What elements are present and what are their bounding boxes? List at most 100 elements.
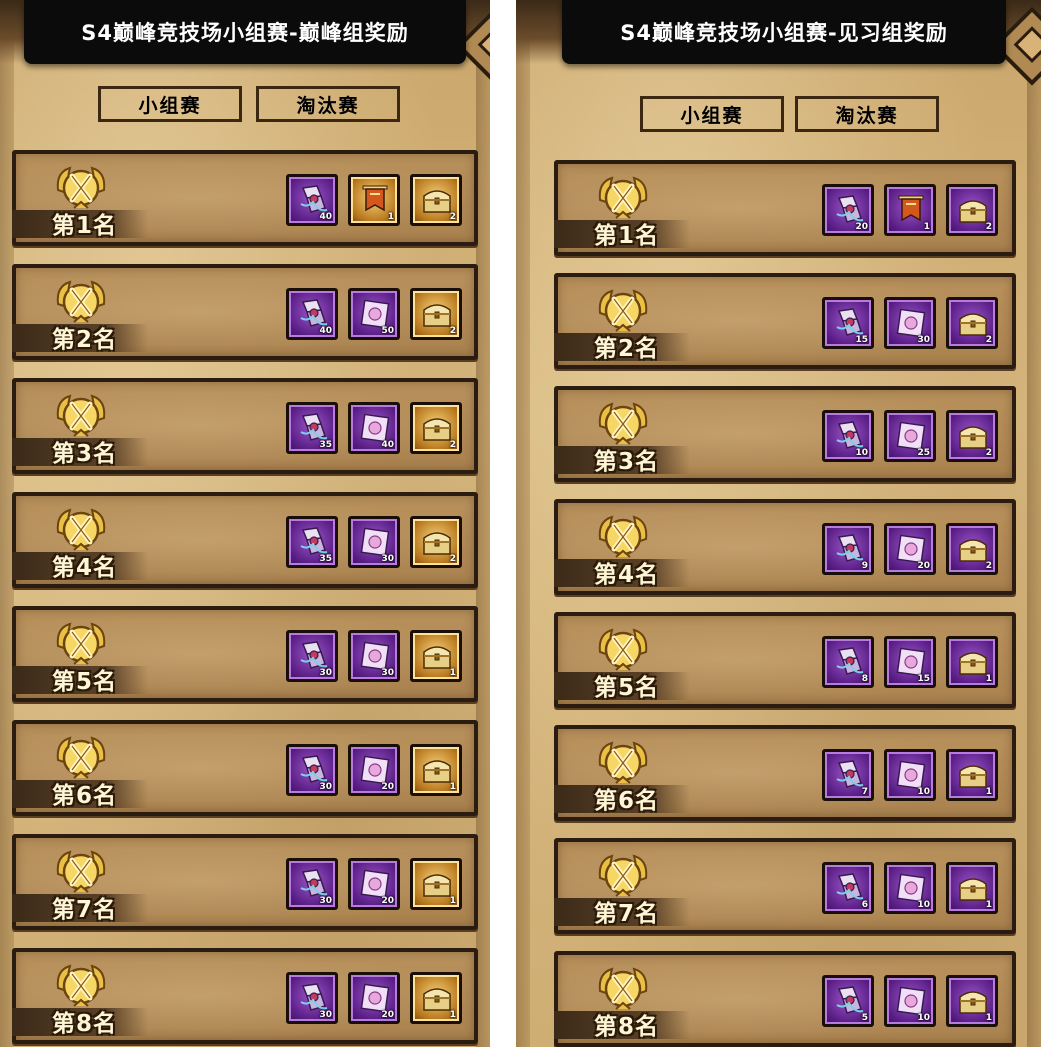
- reward-items: 30 20 1: [286, 744, 462, 796]
- reward-item[interactable]: 10: [884, 862, 936, 914]
- reward-item[interactable]: 50: [348, 288, 400, 340]
- item-count: 1: [449, 668, 456, 678]
- item-count: 20: [855, 222, 868, 232]
- reward-row: 第6名 7 10 1: [554, 725, 1016, 821]
- item-count: 15: [855, 335, 868, 345]
- reward-item[interactable]: 30: [286, 858, 338, 910]
- reward-item[interactable]: 1: [946, 862, 998, 914]
- reward-item[interactable]: 30: [286, 630, 338, 682]
- reward-item[interactable]: 30: [286, 744, 338, 796]
- reward-item[interactable]: 2: [410, 288, 462, 340]
- side-border: [476, 0, 490, 1047]
- reward-item[interactable]: 30: [348, 630, 400, 682]
- reward-item[interactable]: 7: [822, 749, 874, 801]
- item-count: 10: [855, 448, 868, 458]
- tab-group-stage[interactable]: 小组赛: [98, 86, 242, 122]
- tab-knockout[interactable]: 淘汰赛: [795, 96, 939, 132]
- item-count: 30: [381, 554, 394, 564]
- reward-item[interactable]: 35: [286, 402, 338, 454]
- reward-item[interactable]: 5: [822, 975, 874, 1027]
- reward-row: 第8名 30 20 1: [12, 948, 478, 1044]
- item-count: 2: [449, 326, 456, 336]
- reward-item[interactable]: 20: [822, 184, 874, 236]
- item-count: 30: [319, 1010, 332, 1020]
- reward-items: 5 10 1: [822, 975, 998, 1027]
- reward-row: 第4名 9 20 2: [554, 499, 1016, 595]
- item-count: 1: [923, 222, 930, 232]
- item-count: 20: [381, 896, 394, 906]
- reward-item[interactable]: 1: [410, 630, 462, 682]
- rank-label: 第6名: [52, 783, 118, 809]
- reward-row: 第1名 40 1 2: [12, 150, 478, 246]
- item-count: 40: [319, 326, 332, 336]
- reward-item[interactable]: 2: [946, 184, 998, 236]
- reward-item[interactable]: 20: [348, 972, 400, 1024]
- reward-item[interactable]: 30: [348, 516, 400, 568]
- reward-item[interactable]: 20: [884, 523, 936, 575]
- reward-item[interactable]: 2: [410, 174, 462, 226]
- reward-item[interactable]: 30: [884, 297, 936, 349]
- item-count: 20: [917, 561, 930, 571]
- reward-item[interactable]: 20: [348, 744, 400, 796]
- reward-item[interactable]: 1: [946, 975, 998, 1027]
- item-count: 2: [449, 440, 456, 450]
- reward-row: 第3名 35 40 2: [12, 378, 478, 474]
- reward-item[interactable]: 10: [884, 749, 936, 801]
- reward-item[interactable]: 40: [286, 174, 338, 226]
- reward-item[interactable]: 30: [286, 972, 338, 1024]
- reward-item[interactable]: 1: [410, 972, 462, 1024]
- reward-item[interactable]: 1: [946, 636, 998, 688]
- item-count: 30: [917, 335, 930, 345]
- reward-row: 第3名 10 25 2: [554, 386, 1016, 482]
- item-count: 25: [917, 448, 930, 458]
- reward-item[interactable]: 1: [410, 744, 462, 796]
- reward-item[interactable]: 10: [884, 975, 936, 1027]
- reward-item[interactable]: 1: [946, 749, 998, 801]
- item-count: 1: [985, 674, 992, 684]
- side-border: [516, 0, 530, 1047]
- item-count: 10: [917, 787, 930, 797]
- tab-knockout[interactable]: 淘汰赛: [256, 86, 400, 122]
- reward-item[interactable]: 6: [822, 862, 874, 914]
- item-count: 2: [985, 335, 992, 345]
- reward-item[interactable]: 15: [822, 297, 874, 349]
- reward-item[interactable]: 20: [348, 858, 400, 910]
- reward-items: 8 15 1: [822, 636, 998, 688]
- screenshot-root: S4巅峰竞技场小组赛-巅峰组奖励 小组赛 淘汰赛 第1名 40 1 2 第2名 40 50 2…: [0, 0, 1041, 1047]
- reward-item[interactable]: 15: [884, 636, 936, 688]
- reward-items: 30 30 1: [286, 630, 462, 682]
- item-count: 35: [319, 440, 332, 450]
- tab-group-stage[interactable]: 小组赛: [640, 96, 784, 132]
- reward-items: 40 1 2: [286, 174, 462, 226]
- reward-item[interactable]: 1: [410, 858, 462, 910]
- item-count: 7: [861, 787, 868, 797]
- item-count: 40: [381, 440, 394, 450]
- item-count: 30: [319, 782, 332, 792]
- reward-item[interactable]: 35: [286, 516, 338, 568]
- reward-item[interactable]: 2: [946, 297, 998, 349]
- item-count: 30: [381, 668, 394, 678]
- rank-label: 第3名: [52, 441, 118, 467]
- reward-row: 第2名 40 50 2: [12, 264, 478, 360]
- reward-items: 9 20 2: [822, 523, 998, 575]
- reward-item[interactable]: 2: [410, 402, 462, 454]
- item-count: 1: [449, 782, 456, 792]
- reward-item[interactable]: 1: [884, 184, 936, 236]
- reward-item[interactable]: 2: [410, 516, 462, 568]
- reward-item[interactable]: 25: [884, 410, 936, 462]
- reward-items: 35 40 2: [286, 402, 462, 454]
- reward-item[interactable]: 9: [822, 523, 874, 575]
- rank-label: 第7名: [52, 897, 118, 923]
- reward-item[interactable]: 10: [822, 410, 874, 462]
- item-count: 5: [861, 1013, 868, 1023]
- item-count: 2: [449, 212, 456, 222]
- reward-item[interactable]: 2: [946, 410, 998, 462]
- reward-item[interactable]: 1: [348, 174, 400, 226]
- reward-item[interactable]: 40: [286, 288, 338, 340]
- item-count: 1: [449, 1010, 456, 1020]
- reward-item[interactable]: 8: [822, 636, 874, 688]
- item-count: 10: [917, 900, 930, 910]
- reward-item[interactable]: 40: [348, 402, 400, 454]
- reward-item[interactable]: 2: [946, 523, 998, 575]
- item-count: 1: [449, 896, 456, 906]
